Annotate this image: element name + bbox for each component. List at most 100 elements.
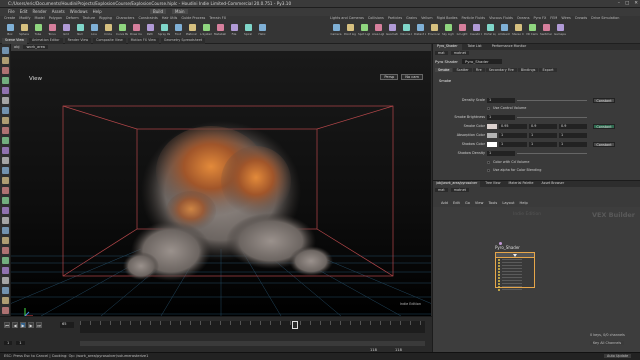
shelf-tab-crowds[interactable]: Crowds	[575, 16, 587, 22]
shelf-tab-fem[interactable]: FEM	[550, 16, 557, 22]
use-alpha-checkbox[interactable]	[487, 169, 490, 172]
tab-take-list[interactable]: Take List	[464, 44, 486, 50]
smoke-brightness-slider[interactable]	[517, 117, 587, 118]
tab-network-path[interactable]: /obj/work_area/pyrosolver	[433, 181, 481, 187]
shelf-tool-spiral[interactable]: Spiral	[242, 23, 254, 37]
range-start-field-2[interactable]: 1	[16, 341, 25, 345]
subtab-secondary-fire[interactable]: Secondary Fire	[485, 68, 517, 72]
network-canvas[interactable]: Indie Edition VEX Builder Pyro_Shader	[433, 207, 640, 353]
node-name-field[interactable]: Pyro_Shader	[462, 59, 502, 64]
smoke-color-b[interactable]: 0.9	[559, 124, 587, 129]
shelf-tab-particles[interactable]: Particles	[388, 16, 402, 22]
isolate-icon[interactable]	[2, 237, 9, 244]
shelf-tool-grid[interactable]: Grid	[60, 23, 72, 37]
shelf-tool-gamepad-camera[interactable]: Gamepad Camera	[554, 23, 566, 37]
shelf-tab-polygon[interactable]: Polygon	[49, 16, 62, 22]
go-start-icon[interactable]: ⏮	[4, 322, 10, 328]
tab-material-palette[interactable]: Material Palette	[505, 181, 536, 187]
net-menu-view[interactable]: View	[475, 201, 484, 205]
shelf-tool-null[interactable]: Null	[74, 23, 86, 37]
shelf-tool-distant-light[interactable]: Distant Light	[414, 23, 426, 37]
shelf-tool-switcher[interactable]: Switcher	[540, 23, 552, 37]
shelf-tool-volume-light[interactable]: Volume Light	[400, 23, 412, 37]
density-constant-button[interactable]: Constant	[593, 98, 615, 103]
network-path-root[interactable]: mat	[435, 188, 448, 192]
rotate-icon[interactable]	[2, 67, 9, 74]
color-with-cd-checkbox[interactable]	[487, 161, 490, 164]
subtab-fire[interactable]: Fire	[472, 68, 485, 72]
shelf-tool-platonic-solids[interactable]: Platonic Solids	[186, 23, 198, 37]
link-icon[interactable]	[2, 297, 9, 304]
view-icon[interactable]	[2, 107, 9, 114]
shelf-tool-helix[interactable]: Helix	[256, 23, 268, 37]
range-start-field[interactable]: 1	[4, 341, 13, 345]
step-back-icon[interactable]: ◀	[12, 322, 18, 328]
net-menu-tools[interactable]: Tools	[488, 201, 497, 205]
guide-icon[interactable]	[2, 307, 9, 314]
display-icon[interactable]	[2, 207, 9, 214]
shelf-tab-pyro-fx[interactable]: Pyro FX	[533, 16, 546, 22]
shelf-tab-create[interactable]: Create	[4, 16, 15, 22]
current-frame-field[interactable]: 65	[60, 322, 74, 328]
shelf-tab-characters[interactable]: Characters	[116, 16, 135, 22]
snap-icon[interactable]	[2, 117, 9, 124]
shelf-tool-font[interactable]: Font	[172, 23, 184, 37]
shelf-tool-geometry-light[interactable]: Geometry Light	[386, 23, 398, 37]
shelf-tool-circle[interactable]: Circle	[102, 23, 114, 37]
net-menu-add[interactable]: Add	[441, 201, 448, 205]
main-desktop-button[interactable]: Main	[172, 9, 188, 14]
shelf-tab-wires[interactable]: Wires	[561, 16, 570, 22]
tab-asset-browser[interactable]: Asset Browser	[539, 181, 568, 187]
step-forward-icon[interactable]: ▶	[28, 322, 34, 328]
build-desktop-button[interactable]: Build	[150, 9, 167, 14]
shelf-tool-torus[interactable]: Torus	[46, 23, 58, 37]
shelf-tool-vr-camera[interactable]: VR Camera	[526, 23, 538, 37]
use-control-volume-checkbox[interactable]	[487, 107, 490, 110]
shelf-tool-sky-light[interactable]: Sky Light	[442, 23, 454, 37]
pin-icon[interactable]	[2, 287, 9, 294]
render-icon[interactable]	[2, 197, 9, 204]
shadow-density-slider[interactable]	[517, 153, 587, 154]
shelf-tab-constraints[interactable]: Constraints	[138, 16, 157, 22]
node-collapse-icon[interactable]	[513, 253, 517, 257]
menu-render[interactable]: Render	[32, 9, 46, 14]
path-root[interactable]: obj	[14, 45, 19, 49]
go-end-icon[interactable]: ⏭	[36, 322, 42, 328]
shelf-tab-modify[interactable]: Modify	[19, 16, 30, 22]
net-menu-help[interactable]: Help	[520, 201, 528, 205]
subtab-smoke[interactable]: Smoke	[435, 68, 453, 72]
shelf-tab-particle-fluids[interactable]: Particle Fluids	[462, 16, 486, 22]
wire-icon[interactable]	[2, 247, 9, 254]
menu-edit[interactable]: Edit	[20, 9, 28, 14]
smoke-brightness-field[interactable]: 1	[487, 115, 515, 120]
sculpt-icon[interactable]	[2, 167, 9, 174]
section-smoke-header[interactable]: Smoke	[439, 79, 451, 83]
density-scale-field[interactable]: 1	[487, 98, 515, 103]
smoke-color-g[interactable]: 0.9	[529, 124, 557, 129]
absorption-color-r[interactable]: 1	[499, 133, 527, 138]
ghost-icon[interactable]	[2, 227, 9, 234]
tab-tree-view[interactable]: Tree View	[482, 181, 503, 187]
shadow-color-r[interactable]: 1	[499, 142, 527, 147]
shelf-tool-l-system[interactable]: L-System	[200, 23, 212, 37]
brush-icon[interactable]	[2, 157, 9, 164]
shadow-color-b[interactable]: 1	[559, 142, 587, 147]
param-path-root[interactable]: mat	[435, 51, 448, 55]
auto-update-button[interactable]: Auto Update	[604, 354, 632, 358]
absorption-color-swatch[interactable]	[487, 133, 497, 138]
path-node[interactable]: work_area	[23, 45, 48, 49]
handle-icon[interactable]	[2, 87, 9, 94]
shelf-tool-stereo-camera[interactable]: Stereo Camera	[512, 23, 524, 37]
shelf-tab-rigid-bodies[interactable]: Rigid Bodies	[437, 16, 458, 22]
shelf-tool-file[interactable]: File	[228, 23, 240, 37]
hud-icon[interactable]	[2, 277, 9, 284]
shelf-tool-sphere[interactable]: Sphere	[18, 23, 30, 37]
shade-icon[interactable]	[2, 257, 9, 264]
net-menu-go[interactable]: Go	[465, 201, 470, 205]
menu-assets[interactable]: Assets	[52, 9, 65, 14]
shelf-tool-box[interactable]: Box	[4, 23, 16, 37]
shelf-tool-curve-bezier[interactable]: Curve Bezier	[116, 23, 128, 37]
transform-icon[interactable]	[2, 57, 9, 64]
shelf-tool-area-light[interactable]: Area Light	[372, 23, 384, 37]
subtab-scatter[interactable]: Scatter	[453, 68, 472, 72]
